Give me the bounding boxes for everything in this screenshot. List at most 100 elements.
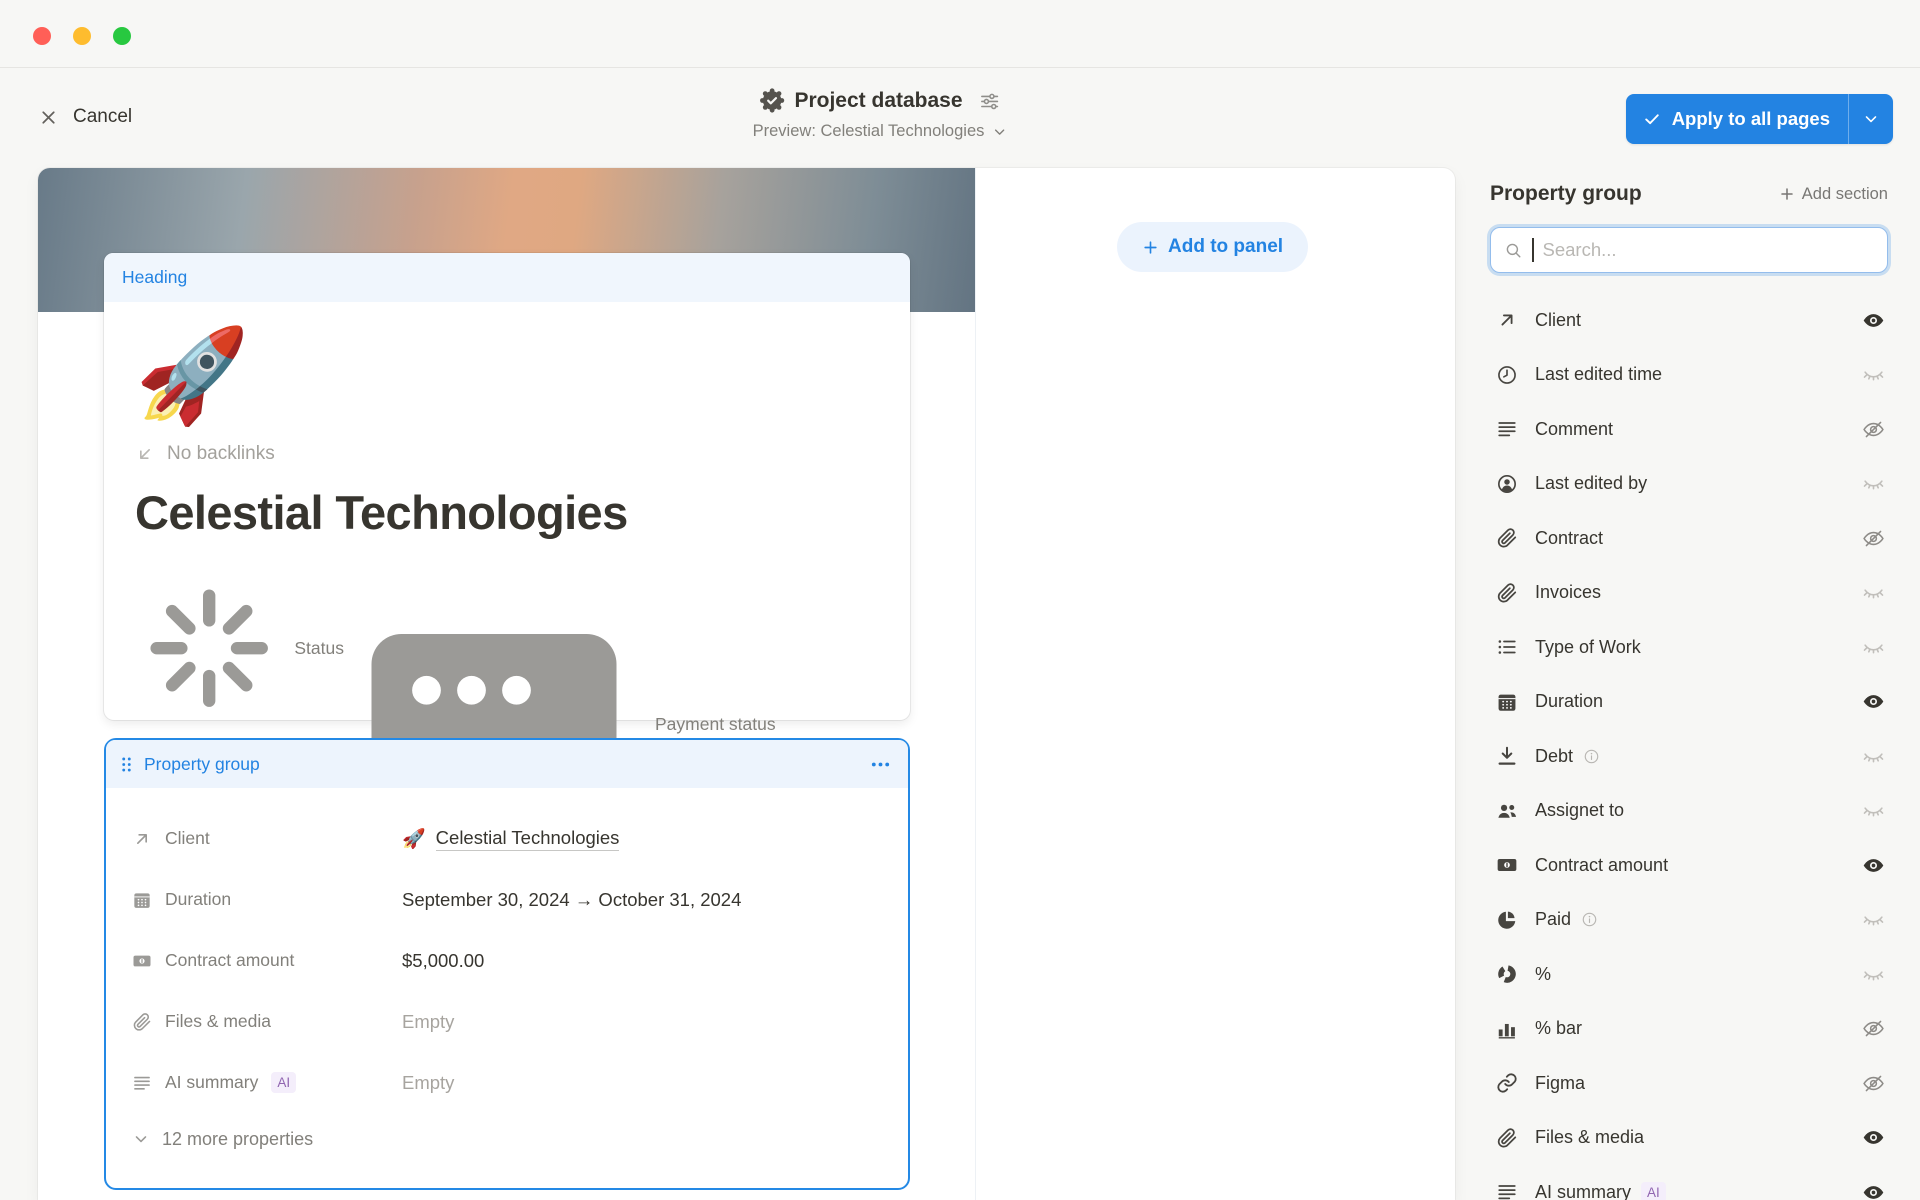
backlinks-row[interactable]: No backlinks — [135, 443, 874, 465]
paperclip-icon — [1496, 527, 1518, 549]
page-icon-emoji[interactable]: 🚀 — [135, 321, 874, 431]
eye-icon[interactable] — [1862, 690, 1885, 713]
property-value: Empty — [402, 1072, 454, 1094]
eye-icon[interactable] — [1862, 854, 1885, 877]
eye-closed-icon[interactable] — [1862, 472, 1885, 495]
money-icon — [1496, 854, 1518, 876]
property-value: Empty — [402, 1011, 454, 1033]
sidebar-property-list: Client Last edited time Comment Last edi… — [1490, 293, 1888, 1200]
apply-to-all-pages-button[interactable]: Apply to all pages — [1626, 94, 1893, 144]
pie-icon — [1496, 909, 1518, 931]
money-icon — [132, 951, 152, 971]
sidebar-item-label: % bar — [1535, 1018, 1582, 1039]
sidebar-item-label: AI summary — [1535, 1182, 1631, 1200]
info-icon — [1583, 748, 1600, 765]
sidebar-item-pct-bar[interactable]: % bar — [1490, 1002, 1888, 1057]
sidebar-item-assignet-to[interactable]: Assignet to — [1490, 784, 1888, 839]
sidebar-item-last-edited-by[interactable]: Last edited by — [1490, 457, 1888, 512]
sidebar-item-duration[interactable]: Duration — [1490, 675, 1888, 730]
cancel-button[interactable]: Cancel — [38, 99, 132, 135]
sidebar-item-ai-summary[interactable]: AI summary AI — [1490, 1165, 1888, 1200]
sidebar-item-label: Contract amount — [1535, 855, 1668, 876]
sidebar-item-label: % — [1535, 964, 1551, 985]
layout-settings-icon[interactable] — [979, 90, 1001, 112]
sidebar-item-label: Debt — [1535, 746, 1573, 767]
sidebar-item-paid[interactable]: Paid — [1490, 893, 1888, 948]
eye-icon[interactable] — [1862, 1181, 1885, 1200]
client-page-emoji: 🚀 — [402, 827, 426, 851]
preview-label: Preview: Celestial Technologies — [753, 122, 985, 141]
add-to-panel-label: Add to panel — [1168, 236, 1283, 258]
eye-icon[interactable] — [1862, 309, 1885, 332]
property-row-client[interactable]: Client 🚀Celestial Technologies — [132, 808, 884, 869]
property-label: Files & media — [165, 1011, 271, 1032]
sidebar-item-debt[interactable]: Debt — [1490, 729, 1888, 784]
traffic-lights — [33, 27, 131, 45]
plus-icon — [1142, 239, 1159, 256]
sidebar-item-type-of-work[interactable]: Type of Work — [1490, 620, 1888, 675]
sidebar-item-label: Type of Work — [1535, 637, 1641, 658]
cancel-label: Cancel — [73, 106, 132, 128]
arrow-up-right-icon — [132, 829, 152, 849]
more-properties-toggle[interactable]: 12 more properties — [132, 1113, 884, 1165]
chevron-down-icon — [1862, 110, 1880, 128]
sidebar-item-figma[interactable]: Figma — [1490, 1056, 1888, 1111]
chevron-down-icon — [132, 1130, 150, 1148]
more-options-icon[interactable] — [869, 753, 892, 776]
sidebar-item-contract-amount[interactable]: Contract amount — [1490, 838, 1888, 893]
eye-closed-icon[interactable] — [1862, 745, 1885, 768]
arrow-down-left-icon — [135, 444, 155, 464]
minimize-window-button[interactable] — [73, 27, 91, 45]
eye-closed-icon[interactable] — [1862, 581, 1885, 604]
clock-icon — [1496, 364, 1518, 386]
apply-dropdown-toggle[interactable] — [1849, 94, 1893, 144]
apply-label: Apply to all pages — [1672, 108, 1830, 130]
eye-slash-icon[interactable] — [1862, 1017, 1885, 1040]
text-icon — [1496, 1181, 1518, 1200]
people-icon — [1496, 800, 1518, 822]
client-page-link[interactable]: Celestial Technologies — [436, 827, 620, 851]
sidebar-item-label: Files & media — [1535, 1127, 1644, 1148]
add-to-panel-button[interactable]: Add to panel — [1117, 222, 1308, 272]
sidebar-item-last-edited-time[interactable]: Last edited time — [1490, 348, 1888, 403]
eye-icon[interactable] — [1862, 1126, 1885, 1149]
sidebar-item-comment[interactable]: Comment — [1490, 402, 1888, 457]
sidebar-item-invoices[interactable]: Invoices — [1490, 566, 1888, 621]
search-placeholder: Search... — [1543, 239, 1617, 261]
property-row-files-media[interactable]: Files & media Empty — [132, 991, 884, 1052]
search-input[interactable]: Search... — [1490, 227, 1888, 273]
page-preview-canvas: Add to panel Heading 🚀 No backlinks Cele… — [38, 168, 1455, 1200]
paperclip-icon — [1496, 582, 1518, 604]
close-window-button[interactable] — [33, 27, 51, 45]
backlinks-label: No backlinks — [167, 443, 275, 465]
property-group-card[interactable]: Property group Client 🚀Celestial Technol… — [104, 738, 910, 1190]
eye-slash-icon[interactable] — [1862, 418, 1885, 441]
eye-closed-icon[interactable] — [1862, 799, 1885, 822]
drag-handle-icon[interactable] — [117, 755, 136, 774]
eye-closed-icon[interactable] — [1862, 963, 1885, 986]
sidebar-item-client[interactable]: Client — [1490, 293, 1888, 348]
sidebar-item-label: Figma — [1535, 1073, 1585, 1094]
preview-selector[interactable]: Preview: Celestial Technologies — [753, 122, 1008, 141]
sidebar-title: Property group — [1490, 182, 1642, 206]
maximize-window-button[interactable] — [113, 27, 131, 45]
property-row-duration[interactable]: Duration September 30, 2024 → October 31… — [132, 869, 884, 930]
download-icon — [1496, 745, 1518, 767]
paperclip-icon — [1496, 1127, 1518, 1149]
property-row-ai-summary[interactable]: AI summary AI Empty — [132, 1052, 884, 1113]
sidebar-item-label: Last edited by — [1535, 473, 1647, 494]
property-row-contract-amount[interactable]: Contract amount $5,000.00 — [132, 930, 884, 991]
eye-slash-icon[interactable] — [1862, 527, 1885, 550]
sidebar-item-files-media[interactable]: Files & media — [1490, 1111, 1888, 1166]
arrow-up-right-icon — [1496, 309, 1518, 331]
eye-closed-icon[interactable] — [1862, 636, 1885, 659]
heading-section-label: Heading — [122, 267, 187, 288]
sidebar-item-pct[interactable]: % — [1490, 947, 1888, 1002]
heading-section-header[interactable]: Heading — [104, 253, 910, 302]
eye-slash-icon[interactable] — [1862, 1072, 1885, 1095]
eye-closed-icon[interactable] — [1862, 363, 1885, 386]
eye-closed-icon[interactable] — [1862, 908, 1885, 931]
sidebar-item-contract[interactable]: Contract — [1490, 511, 1888, 566]
heading-section-card: Heading 🚀 No backlinks Celestial Technol… — [104, 253, 910, 720]
add-section-button[interactable]: Add section — [1779, 185, 1888, 204]
